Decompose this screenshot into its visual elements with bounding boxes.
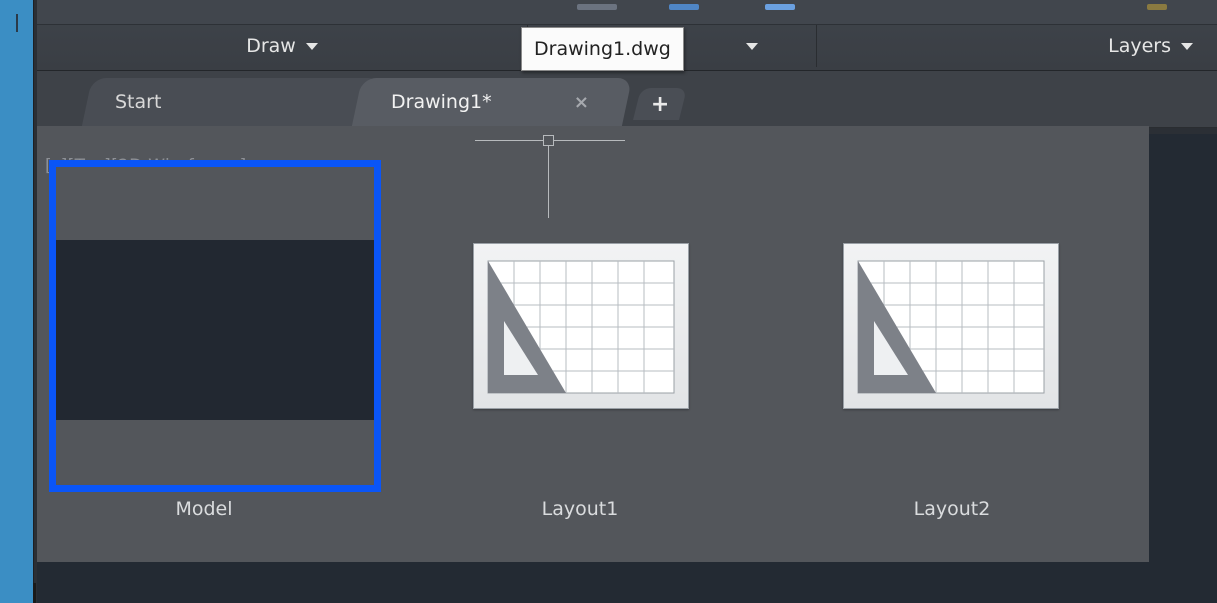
model-preview-image xyxy=(56,240,374,420)
layout-preview-panel: [–][Top][2D Wireframe] Model Layout1 xyxy=(37,126,1149,562)
tab-drawing-label: Drawing1* xyxy=(391,91,492,113)
layout2-thumbnail[interactable] xyxy=(843,243,1059,409)
drawing-canvas-bottom[interactable] xyxy=(37,562,1217,603)
tab-start-label: Start xyxy=(115,91,162,113)
layout-sheet-icon xyxy=(487,260,675,394)
window-edge xyxy=(33,583,36,603)
draw-panel-label: Draw xyxy=(246,35,296,57)
tab-start[interactable]: Start xyxy=(81,78,383,126)
ribbon-tool-icon[interactable] xyxy=(1147,4,1167,10)
tooltip-text: Drawing1.dwg xyxy=(534,38,671,60)
layout1-thumbnail[interactable] xyxy=(473,243,689,409)
crosshair-cursor-line xyxy=(548,140,549,218)
new-tab-button[interactable]: + xyxy=(633,88,687,120)
plus-icon: + xyxy=(650,91,670,117)
ribbon-tool-strip xyxy=(37,0,1217,25)
file-tooltip: Drawing1.dwg xyxy=(521,27,684,71)
tab-drawing1[interactable]: Drawing1* × xyxy=(351,78,633,126)
draw-panel-dropdown[interactable]: Draw xyxy=(37,25,528,67)
file-tab-bar: Start Drawing1* × + xyxy=(37,71,1217,128)
drawing-canvas[interactable] xyxy=(1149,134,1217,603)
crosshair-pickbox xyxy=(543,135,554,146)
layers-panel-dropdown[interactable]: Layers xyxy=(817,25,1217,67)
chevron-down-icon xyxy=(1181,42,1193,50)
ribbon-tool-icon[interactable] xyxy=(669,4,699,10)
layers-panel-label: Layers xyxy=(1108,35,1171,57)
close-icon[interactable]: × xyxy=(574,92,589,113)
ribbon-tool-icon[interactable] xyxy=(765,4,795,10)
layout2-thumbnail-label: Layout2 xyxy=(913,498,991,520)
layout1-thumbnail-label: Layout1 xyxy=(541,498,619,520)
layout-sheet-icon xyxy=(857,260,1045,394)
model-thumbnail[interactable] xyxy=(49,160,381,492)
chevron-down-icon xyxy=(305,42,318,50)
desktop-edge xyxy=(16,14,18,32)
ribbon-tool-icon[interactable] xyxy=(577,4,617,10)
chevron-down-icon xyxy=(746,42,758,50)
model-thumbnail-label: Model xyxy=(175,498,233,520)
